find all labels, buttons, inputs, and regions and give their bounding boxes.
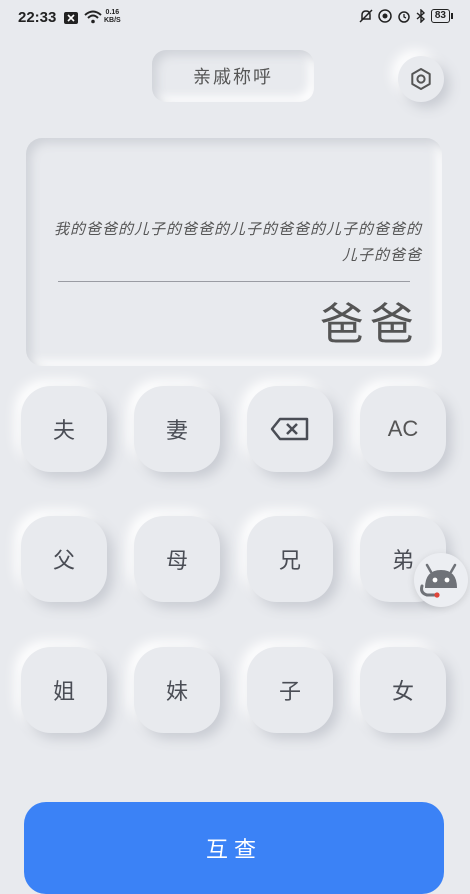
- robot-icon: [420, 563, 457, 598]
- display-divider: [58, 281, 410, 282]
- network-speed-value: 0.16: [105, 9, 120, 16]
- display-panel: 我的爸爸的儿子的爸爸的儿子的爸爸的儿子的爸爸的儿子的爸爸 爸爸: [26, 138, 442, 366]
- bluetooth-icon: [416, 9, 425, 23]
- key-wife[interactable]: 妻: [134, 386, 220, 472]
- settings-button[interactable]: [398, 56, 444, 102]
- key-mother[interactable]: 母: [134, 516, 220, 602]
- mute-bell-icon: [359, 9, 373, 23]
- key-daughter[interactable]: 女: [360, 647, 446, 733]
- expression-text: 我的爸爸的儿子的爸爸的儿子的爸爸的儿子的爸爸的儿子的爸爸: [53, 220, 422, 264]
- battery-indicator: 83: [430, 9, 454, 23]
- key-elder-sister[interactable]: 姐: [21, 647, 107, 733]
- key-husband[interactable]: 夫: [21, 386, 107, 472]
- gear-hexagon-icon: [411, 68, 431, 90]
- clear-button[interactable]: AC: [360, 386, 446, 472]
- floating-assistant-button[interactable]: [414, 553, 468, 607]
- key-younger-sister[interactable]: 妹: [134, 647, 220, 733]
- status-bar: 22:33 0.16 KB/S 83: [0, 0, 470, 36]
- network-speed-unit: KB/S: [104, 17, 121, 24]
- alarm-icon: [398, 11, 410, 23]
- status-time: 22:33: [18, 9, 57, 26]
- network-speed: 0.16 KB/S: [104, 9, 121, 25]
- backspace-icon: [270, 417, 309, 441]
- wifi-icon: [84, 10, 102, 28]
- key-elder-brother[interactable]: 兄: [247, 516, 333, 602]
- result-text: 爸爸: [320, 299, 420, 350]
- key-father[interactable]: 父: [21, 516, 107, 602]
- key-son[interactable]: 子: [247, 647, 333, 733]
- at-icon: [378, 9, 392, 23]
- status-icons: 83: [359, 9, 454, 23]
- notification-icon: [64, 11, 78, 28]
- page-title: 亲戚称呼: [152, 50, 314, 102]
- query-button[interactable]: 互查: [24, 802, 444, 894]
- backspace-button[interactable]: [247, 386, 333, 472]
